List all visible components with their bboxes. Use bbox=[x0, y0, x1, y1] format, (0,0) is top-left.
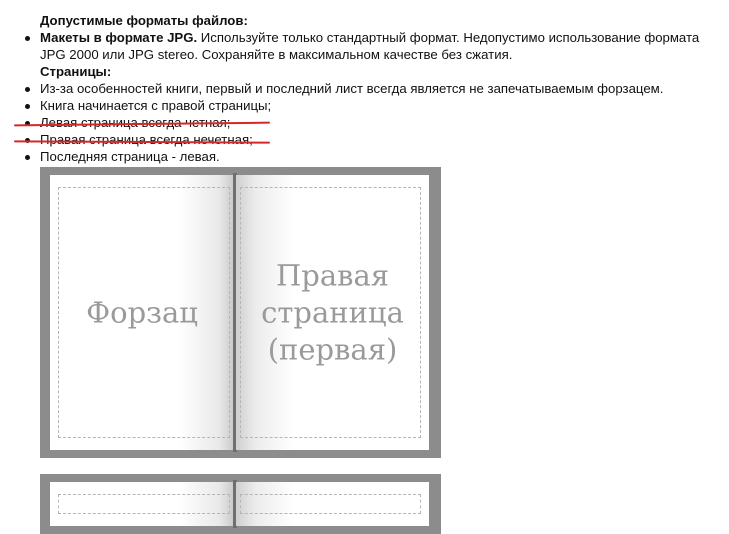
book-spread-second bbox=[40, 474, 441, 534]
right-page-label-line: (первая) bbox=[267, 332, 398, 366]
right-page-label: Правая страница (первая) bbox=[236, 257, 429, 368]
safe-area-border bbox=[58, 494, 230, 514]
book-spread-first: Форзац Правая страница (первая) bbox=[40, 167, 441, 458]
format-jpg-label: Макеты в формате JPG. bbox=[40, 30, 198, 45]
safe-area-border bbox=[240, 494, 421, 514]
left-page bbox=[50, 482, 234, 526]
list-item: Правая страница всегда нечетная; bbox=[18, 131, 708, 148]
formats-list: Макеты в формате JPG. Используйте только… bbox=[18, 29, 708, 63]
list-item: Книга начинается с правой страницы; bbox=[18, 97, 708, 114]
list-item: Последняя страница - левая. bbox=[18, 148, 708, 165]
formats-heading: Допустимые форматы файлов: bbox=[40, 13, 248, 28]
right-page bbox=[236, 482, 429, 526]
left-page: Форзац bbox=[50, 175, 234, 450]
right-page-label-line: страница bbox=[261, 295, 404, 329]
left-page-label: Форзац bbox=[86, 295, 198, 329]
pages-heading: Страницы: bbox=[40, 64, 112, 79]
list-item: Макеты в формате JPG. Используйте только… bbox=[18, 29, 708, 63]
right-page-label-line: Правая bbox=[275, 258, 390, 292]
list-item: Из-за особенностей книги, первый и после… bbox=[18, 80, 708, 97]
right-page: Правая страница (первая) bbox=[236, 175, 429, 450]
